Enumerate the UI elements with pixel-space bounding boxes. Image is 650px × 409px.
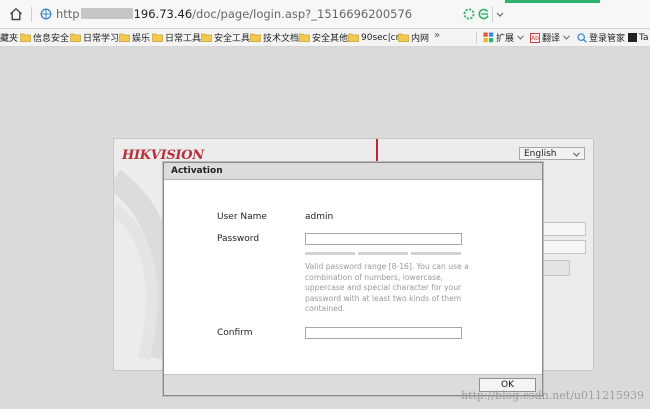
translate-icon: Ab <box>530 32 540 43</box>
brand-divider <box>376 139 378 163</box>
translate-label: 翻译 <box>542 34 561 44</box>
bookmark-favorites[interactable]: 藏夹 <box>0 31 18 44</box>
bookmark-label: 90sec|cn <box>361 32 402 43</box>
bookmark-label: 内网 <box>411 34 430 44</box>
url-field[interactable]: http 196.73.46/doc/page/login.asp?_151669… <box>56 7 412 21</box>
extensions-button[interactable]: 扩展 <box>483 31 526 44</box>
extensions-label: 扩展 <box>496 34 515 44</box>
folder-icon <box>119 33 130 42</box>
bookmark-folder[interactable]: 娱乐 <box>119 31 150 44</box>
redacted-host <box>80 8 133 19</box>
bookmark-folder[interactable]: 内网 <box>398 31 429 44</box>
hikvision-logo: HIKVISION <box>122 148 204 163</box>
page-load-indicator <box>505 0 600 3</box>
folder-icon <box>152 33 163 42</box>
url-prefix: http <box>56 7 80 21</box>
confirm-password-input[interactable] <box>305 327 462 339</box>
background-username-field <box>540 222 586 236</box>
tab-partial-button[interactable]: Ta <box>628 31 649 44</box>
language-value: English <box>524 148 557 159</box>
bookmarks-bar: 藏夹 信息安全 日常学习 娱乐 日常工具 安全工具 技术文档 安全其他 90se… <box>0 29 650 47</box>
url-path: /doc/page/login.asp?_1516696200576 <box>192 7 413 21</box>
password-strength-medium <box>358 252 408 255</box>
bookmark-label: 信息安全 <box>33 34 70 44</box>
activation-dialog: Activation User Name admin Password Vali… <box>163 162 543 396</box>
background-password-field <box>540 240 586 254</box>
search-icon <box>577 32 587 43</box>
bookmark-folder[interactable]: 安全工具 <box>201 31 250 44</box>
bookmarks-overflow-button[interactable]: » <box>434 30 440 41</box>
folder-icon <box>70 33 81 42</box>
watermark: http://blog.csdn.net/u011215939 <box>460 389 644 402</box>
folder-icon <box>348 33 359 42</box>
background-login-button <box>540 260 570 276</box>
app-icon <box>628 33 637 42</box>
speed-mode-icon[interactable] <box>463 8 475 20</box>
folder-icon <box>398 33 409 42</box>
compat-mode-icon[interactable] <box>478 8 490 20</box>
username-value: admin <box>305 212 334 222</box>
home-icon[interactable] <box>9 7 23 21</box>
bookmark-label: 藏夹 <box>0 34 19 44</box>
confirm-label: Confirm <box>217 328 253 338</box>
language-select[interactable]: English <box>519 147 585 160</box>
bookmark-label: 日常学习 <box>83 34 120 44</box>
dialog-title: Activation <box>164 163 542 180</box>
password-hint: Valid password range [8-16]. You can use… <box>305 262 469 313</box>
bookmark-folder[interactable]: 信息安全 <box>20 31 69 44</box>
bookmark-label: 安全工具 <box>214 34 251 44</box>
bookmark-folder[interactable]: 安全其他 <box>299 31 348 44</box>
chevron-down-icon <box>517 35 524 40</box>
bookmark-label: 技术文档 <box>263 34 300 44</box>
translate-button[interactable]: Ab 翻译 <box>530 31 572 44</box>
bookmark-folder[interactable]: 技术文档 <box>250 31 299 44</box>
folder-icon <box>201 33 212 42</box>
folder-icon <box>20 33 31 42</box>
chevron-down-icon <box>496 12 504 17</box>
bookmark-folder[interactable]: 90sec|cn <box>348 31 401 44</box>
login-manager-button[interactable]: 登录管家 <box>577 31 625 44</box>
bookmark-label: 日常工具 <box>165 34 202 44</box>
folder-icon <box>299 33 310 42</box>
chevron-down-icon <box>573 152 580 157</box>
toolbar-separator <box>476 32 477 44</box>
toolbar-separator <box>31 7 32 22</box>
folder-icon <box>250 33 261 42</box>
password-strength-strong <box>411 252 461 255</box>
url-dropdown-button[interactable] <box>492 6 507 22</box>
bookmark-folder[interactable]: 日常学习 <box>70 31 119 44</box>
password-label: Password <box>217 234 260 244</box>
bookmark-label: 娱乐 <box>132 34 151 44</box>
tab-partial-label: Ta <box>639 32 649 43</box>
chevron-down-icon <box>563 35 570 40</box>
url-host: 196.73.46 <box>133 7 193 21</box>
login-manager-label: 登录管家 <box>589 34 626 44</box>
password-input[interactable] <box>305 233 462 245</box>
bookmark-folder[interactable]: 日常工具 <box>152 31 201 44</box>
address-bar: http 196.73.46/doc/page/login.asp?_151669… <box>0 0 650 29</box>
bookmark-label: 安全其他 <box>312 34 349 44</box>
page-security-icon[interactable] <box>40 8 52 20</box>
username-label: User Name <box>217 212 267 222</box>
extensions-icon <box>483 32 494 43</box>
password-strength-weak <box>305 252 355 255</box>
